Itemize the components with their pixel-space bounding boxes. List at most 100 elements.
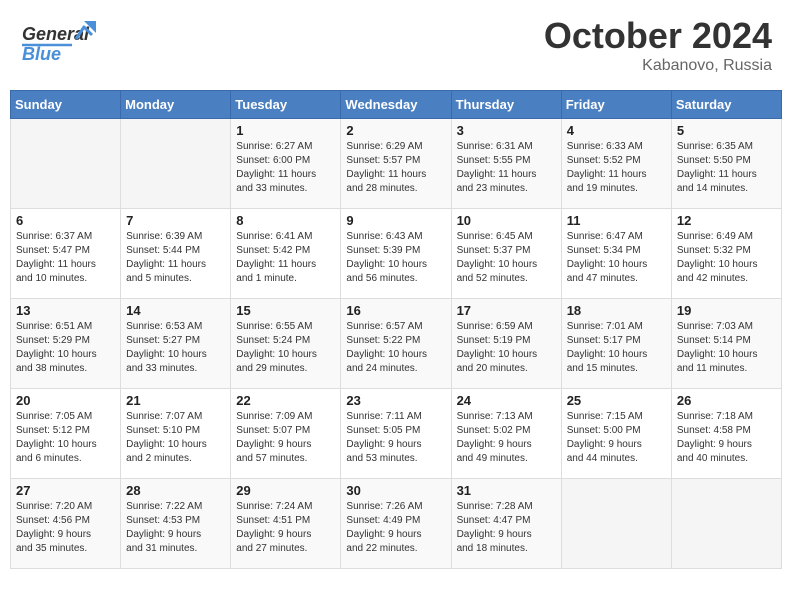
day-info: Sunrise: 6:51 AMSunset: 5:29 PMDaylight:… [16,320,115,376]
calendar-cell: 12 Sunrise: 6:49 AMSunset: 5:32 PMDayligh… [671,209,781,299]
calendar-cell: 7 Sunrise: 6:39 AMSunset: 5:44 PMDaylight… [121,209,231,299]
logo: General Blue [20,15,102,70]
day-info: Sunrise: 6:27 AMSunset: 6:00 PMDaylight:… [236,140,335,196]
day-info: Sunrise: 6:41 AMSunset: 5:42 PMDaylight:… [236,230,335,286]
calendar-cell: 26 Sunrise: 7:18 AMSunset: 4:58 PMDayligh… [671,389,781,479]
calendar-week-2: 6 Sunrise: 6:37 AMSunset: 5:47 PMDaylight… [11,209,782,299]
calendar-cell: 24 Sunrise: 7:13 AMSunset: 5:02 PMDayligh… [451,389,561,479]
day-number: 11 [567,213,666,228]
calendar-cell: 21 Sunrise: 7:07 AMSunset: 5:10 PMDayligh… [121,389,231,479]
day-info: Sunrise: 6:49 AMSunset: 5:32 PMDaylight:… [677,230,776,286]
day-number: 8 [236,213,335,228]
day-info: Sunrise: 6:57 AMSunset: 5:22 PMDaylight:… [346,320,445,376]
calendar-cell: 3 Sunrise: 6:31 AMSunset: 5:55 PMDaylight… [451,119,561,209]
calendar-cell: 8 Sunrise: 6:41 AMSunset: 5:42 PMDaylight… [231,209,341,299]
day-info: Sunrise: 7:22 AMSunset: 4:53 PMDaylight:… [126,500,225,556]
calendar-cell: 23 Sunrise: 7:11 AMSunset: 5:05 PMDayligh… [341,389,451,479]
day-info: Sunrise: 7:18 AMSunset: 4:58 PMDaylight:… [677,410,776,466]
day-info: Sunrise: 6:35 AMSunset: 5:50 PMDaylight:… [677,140,776,196]
calendar-cell: 25Sunrise: 7:15 AMSunset: 5:00 PMDayligh… [561,389,671,479]
day-number: 24 [457,393,556,408]
day-number: 5 [677,123,776,138]
day-info: Sunrise: 6:53 AMSunset: 5:27 PMDaylight:… [126,320,225,376]
day-number: 1 [236,123,335,138]
day-number: 25 [567,393,666,408]
calendar-cell: 6 Sunrise: 6:37 AMSunset: 5:47 PMDaylight… [11,209,121,299]
day-number: 22 [236,393,335,408]
day-info: Sunrise: 7:24 AMSunset: 4:51 PMDaylight:… [236,500,335,556]
day-number: 26 [677,393,776,408]
header-day-saturday: Saturday [671,91,781,119]
calendar-cell: 30Sunrise: 7:26 AMSunset: 4:49 PMDayligh… [341,479,451,569]
day-number: 29 [236,483,335,498]
calendar-cell: 5 Sunrise: 6:35 AMSunset: 5:50 PMDaylight… [671,119,781,209]
day-number: 19 [677,303,776,318]
calendar-cell [561,479,671,569]
day-number: 16 [346,303,445,318]
calendar-cell: 1 Sunrise: 6:27 AMSunset: 6:00 PMDaylight… [231,119,341,209]
calendar-cell: 17Sunrise: 6:59 AMSunset: 5:19 PMDayligh… [451,299,561,389]
day-number: 20 [16,393,115,408]
day-info: Sunrise: 7:28 AMSunset: 4:47 PMDaylight:… [457,500,556,556]
day-info: Sunrise: 6:31 AMSunset: 5:55 PMDaylight:… [457,140,556,196]
svg-text:Blue: Blue [22,44,61,64]
day-number: 13 [16,303,115,318]
calendar-cell [671,479,781,569]
day-number: 2 [346,123,445,138]
calendar-cell: 14Sunrise: 6:53 AMSunset: 5:27 PMDayligh… [121,299,231,389]
day-info: Sunrise: 7:11 AMSunset: 5:05 PMDaylight:… [346,410,445,466]
day-info: Sunrise: 6:45 AMSunset: 5:37 PMDaylight:… [457,230,556,286]
calendar-cell: 10 Sunrise: 6:45 AMSunset: 5:37 PMDayligh… [451,209,561,299]
page-header: General Blue October 2024 Kabanovo, Russ… [10,10,782,80]
calendar-week-4: 20Sunrise: 7:05 AMSunset: 5:12 PMDayligh… [11,389,782,479]
day-number: 10 [457,213,556,228]
day-number: 6 [16,213,115,228]
header-day-friday: Friday [561,91,671,119]
logo-icon: General Blue [20,15,100,70]
calendar-cell [121,119,231,209]
calendar-cell: 15Sunrise: 6:55 AMSunset: 5:24 PMDayligh… [231,299,341,389]
calendar-cell: 28 Sunrise: 7:22 AMSunset: 4:53 PMDayligh… [121,479,231,569]
day-number: 18 [567,303,666,318]
header-day-monday: Monday [121,91,231,119]
calendar-cell: 19Sunrise: 7:03 AMSunset: 5:14 PMDayligh… [671,299,781,389]
day-number: 7 [126,213,225,228]
day-info: Sunrise: 7:09 AMSunset: 5:07 PMDaylight:… [236,410,335,466]
calendar-cell: 9 Sunrise: 6:43 AMSunset: 5:39 PMDaylight… [341,209,451,299]
day-number: 30 [346,483,445,498]
header-day-wednesday: Wednesday [341,91,451,119]
day-info: Sunrise: 7:20 AMSunset: 4:56 PMDaylight:… [16,500,115,556]
header-day-sunday: Sunday [11,91,121,119]
calendar-header: SundayMondayTuesdayWednesdayThursdayFrid… [11,91,782,119]
day-info: Sunrise: 7:07 AMSunset: 5:10 PMDaylight:… [126,410,225,466]
day-number: 17 [457,303,556,318]
header-day-tuesday: Tuesday [231,91,341,119]
day-number: 21 [126,393,225,408]
day-info: Sunrise: 6:39 AMSunset: 5:44 PMDaylight:… [126,230,225,286]
calendar-week-5: 27 Sunrise: 7:20 AMSunset: 4:56 PMDayligh… [11,479,782,569]
day-info: Sunrise: 6:29 AMSunset: 5:57 PMDaylight:… [346,140,445,196]
calendar-cell: 11 Sunrise: 6:47 AMSunset: 5:34 PMDayligh… [561,209,671,299]
day-info: Sunrise: 6:47 AMSunset: 5:34 PMDaylight:… [567,230,666,286]
day-number: 4 [567,123,666,138]
day-info: Sunrise: 7:13 AMSunset: 5:02 PMDaylight:… [457,410,556,466]
calendar-table: SundayMondayTuesdayWednesdayThursdayFrid… [10,90,782,569]
day-number: 12 [677,213,776,228]
day-number: 23 [346,393,445,408]
calendar-cell: 13 Sunrise: 6:51 AMSunset: 5:29 PMDayligh… [11,299,121,389]
header-row: SundayMondayTuesdayWednesdayThursdayFrid… [11,91,782,119]
calendar-cell: 29 Sunrise: 7:24 AMSunset: 4:51 PMDayligh… [231,479,341,569]
day-info: Sunrise: 6:37 AMSunset: 5:47 PMDaylight:… [16,230,115,286]
day-number: 3 [457,123,556,138]
day-info: Sunrise: 6:43 AMSunset: 5:39 PMDaylight:… [346,230,445,286]
day-info: Sunrise: 6:33 AMSunset: 5:52 PMDaylight:… [567,140,666,196]
calendar-cell: 31 Sunrise: 7:28 AMSunset: 4:47 PMDayligh… [451,479,561,569]
calendar-cell: 2 Sunrise: 6:29 AMSunset: 5:57 PMDaylight… [341,119,451,209]
calendar-cell: 27 Sunrise: 7:20 AMSunset: 4:56 PMDayligh… [11,479,121,569]
day-number: 27 [16,483,115,498]
day-number: 28 [126,483,225,498]
location: Kabanovo, Russia [544,57,772,75]
day-number: 9 [346,213,445,228]
calendar-week-1: 1 Sunrise: 6:27 AMSunset: 6:00 PMDaylight… [11,119,782,209]
day-number: 31 [457,483,556,498]
